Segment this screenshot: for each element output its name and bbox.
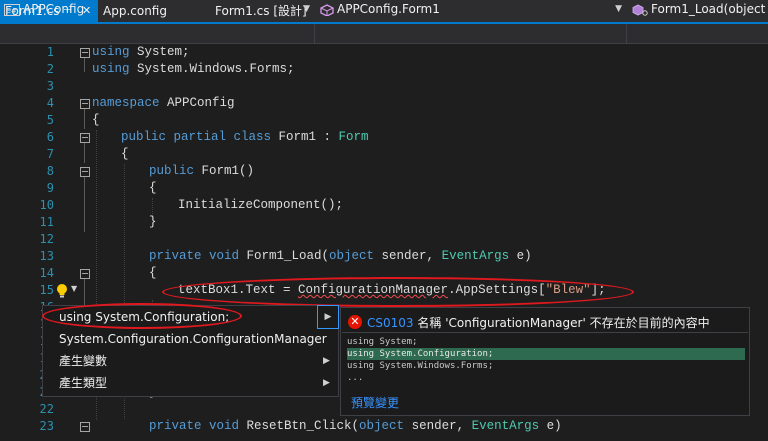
line-number: 14 — [39, 266, 54, 280]
fold-line — [84, 177, 85, 232]
preview-code-line: ... — [347, 373, 364, 383]
line-number: 4 — [46, 96, 54, 110]
menu-item-label: 產生變數 — [59, 354, 108, 368]
error-description: CS0103 名稱 'ConfigurationManager' 不存在於目前的… — [367, 314, 710, 331]
line-number: 22 — [39, 402, 54, 416]
error-icon: ✕ — [348, 315, 362, 329]
quick-action-fully-qualify[interactable]: System.Configuration.ConfigurationManage… — [43, 328, 338, 350]
chevron-down-icon: ▼ — [303, 4, 310, 14]
line-number: 2 — [46, 62, 54, 76]
line-number: 6 — [46, 130, 54, 144]
csharp-project-icon: C# — [4, 3, 20, 16]
collapse-toggle[interactable] — [80, 167, 90, 177]
line-number: 8 — [46, 164, 54, 178]
collapse-toggle[interactable] — [80, 133, 90, 143]
class-name: APPConfig.Form1 — [337, 2, 440, 16]
collapse-toggle[interactable] — [80, 422, 90, 432]
collapse-toggle[interactable] — [80, 99, 90, 109]
class-icon — [320, 3, 334, 16]
chevron-down-icon[interactable]: ▼ — [71, 284, 77, 293]
divider — [342, 332, 748, 333]
project-name: APPConfig — [23, 2, 85, 16]
nav-separator — [314, 24, 315, 43]
error-message: 名稱 'ConfigurationManager' 不存在於目前的內容中 — [417, 316, 710, 330]
line-number: 7 — [46, 147, 54, 161]
preview-code-line-added: using System.Configuration; — [347, 348, 745, 360]
navigation-bar — [0, 24, 768, 44]
fold-line — [84, 109, 85, 129]
code-line: InitializeComponent(); — [178, 198, 344, 212]
chevron-right-icon: ▶ — [317, 305, 339, 329]
line-number: 11 — [39, 215, 54, 229]
collapse-toggle[interactable] — [80, 48, 90, 58]
line-number: 9 — [46, 181, 54, 195]
menu-item-label: System.Configuration.ConfigurationManage… — [59, 332, 327, 346]
code-line: public Form1() — [149, 164, 255, 178]
menu-item-label: 產生類型 — [59, 376, 108, 390]
annotation-ellipse-menu — [42, 303, 242, 329]
code-line: using System.Windows.Forms; — [92, 62, 295, 76]
code-line: public partial class Form1 : Form — [121, 130, 369, 144]
annotation-ellipse-code — [162, 277, 634, 307]
line-number: 13 — [39, 249, 54, 263]
chevron-down-icon: ▼ — [615, 4, 622, 14]
error-code-link[interactable]: CS0103 — [367, 316, 414, 330]
nav-separator — [626, 24, 627, 43]
preview-changes-link[interactable]: 預覽變更 — [351, 394, 399, 411]
line-number: 15 — [39, 283, 54, 297]
member-dropdown[interactable]: Form1_Load(object s — [628, 0, 768, 19]
code-line: namespace APPConfig — [92, 96, 235, 110]
code-line: { — [149, 181, 157, 195]
member-name: Form1_Load(object s — [651, 2, 768, 16]
quick-action-generate-variable[interactable]: 產生變數 ▶ — [43, 350, 338, 372]
method-icon — [632, 4, 648, 16]
line-number: 10 — [39, 198, 54, 212]
code-line: { — [149, 266, 157, 280]
line-number: 12 — [39, 232, 54, 246]
line-number: 3 — [46, 79, 54, 93]
code-line: { — [121, 147, 129, 161]
code-line: private void Form1_Load(object sender, E… — [149, 249, 532, 263]
fold-line — [84, 143, 85, 163]
fold-line — [84, 58, 85, 72]
code-line: { — [92, 113, 100, 127]
preview-code-line: using System.Windows.Forms; — [347, 361, 494, 371]
code-line: } — [149, 215, 157, 229]
quick-action-generate-type[interactable]: 產生類型 ▶ — [43, 372, 338, 394]
line-number: 5 — [46, 113, 54, 127]
project-dropdown[interactable]: C# APPConfig ▼ — [0, 0, 314, 19]
line-number: 23 — [39, 419, 54, 433]
chevron-right-icon: ▶ — [323, 378, 330, 388]
svg-text:C#: C# — [6, 7, 17, 15]
collapse-toggle[interactable] — [80, 269, 90, 279]
lightbulb-icon[interactable] — [55, 283, 69, 299]
fix-preview-panel: ✕ CS0103 名稱 'ConfigurationManager' 不存在於目… — [340, 307, 750, 416]
line-number: 1 — [46, 45, 54, 59]
class-dropdown[interactable]: APPConfig.Form1 ▼ — [316, 0, 626, 19]
code-line: private void ResetBtn_Click(object sende… — [149, 419, 562, 433]
code-line: using System; — [92, 45, 190, 59]
chevron-right-icon: ▶ — [323, 356, 330, 366]
preview-code-line: using System; — [347, 337, 418, 347]
